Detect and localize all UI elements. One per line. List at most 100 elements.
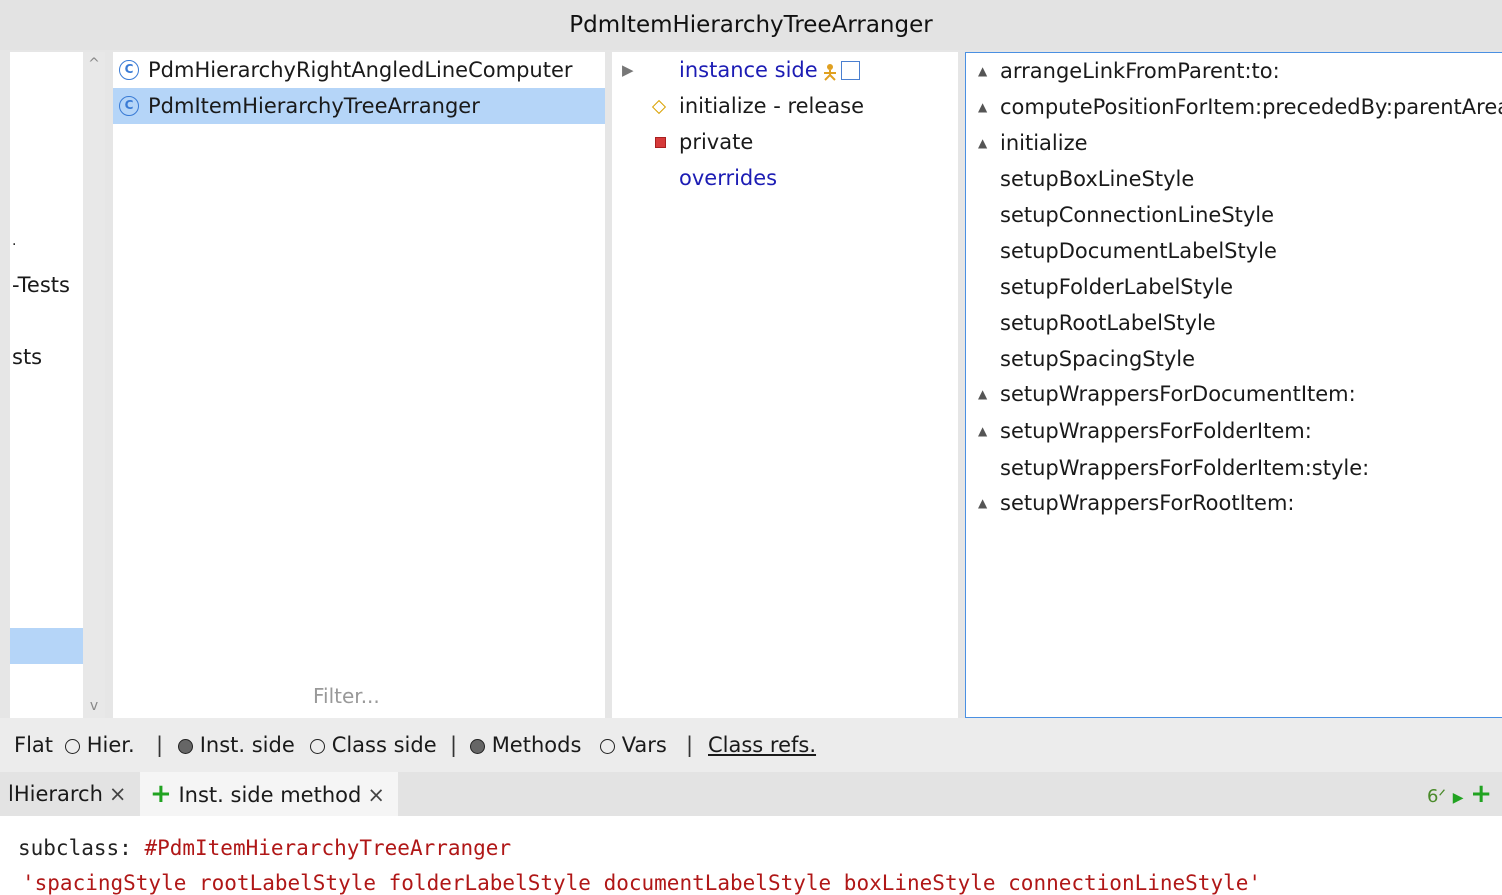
code-line: subclass: #PdmItemHierarchyTreeArranger [18,836,511,860]
package-item-fragment[interactable]: . [10,234,83,248]
code-symbol: #PdmItemHierarchyTreeArranger [144,836,512,860]
window-title: PdmItemHierarchyTreeArranger [0,0,1502,50]
method-label: setupWrappersForRootItem: [1000,491,1295,515]
expand-triangle-icon[interactable]: ▶ [622,52,634,88]
method-item[interactable]: setupSpacingStyle [966,341,1502,377]
radio-empty-icon [310,739,325,754]
class-refs-link[interactable]: Class refs. [708,718,816,772]
class-list[interactable]: C PdmHierarchyRightAngledLineComputer C … [113,52,605,718]
scroll-down-icon[interactable]: v [83,696,105,716]
method-item[interactable]: setupConnectionLineStyle [966,197,1502,233]
overrides-label: overrides [679,166,778,190]
method-label: setupDocumentLabelStyle [1000,239,1277,263]
method-item[interactable]: ▲ initialize [966,125,1502,161]
method-label: arrangeLinkFromParent:to: [1000,59,1280,83]
tab-label: Inst. side method [178,783,362,807]
package-item[interactable]: sts [10,342,83,372]
close-icon[interactable]: × [109,782,127,806]
separator: | [156,733,164,757]
method-label: setupWrappersForFolderItem: [1000,419,1312,443]
hier-radio[interactable]: Hier. [65,718,135,772]
method-label: setupFolderLabelStyle [1000,275,1234,299]
method-label: setupSpacingStyle [1000,347,1196,371]
protocol-instance-side[interactable]: ▶ instance side [612,52,958,88]
person-icon [824,64,836,81]
radio-empty-icon [600,739,615,754]
diamond-icon [651,99,667,115]
package-item-tests[interactable]: -Tests [10,270,83,300]
tab-inst-side-method[interactable]: + Inst. side method × [140,772,398,816]
tab-label: lHierarch [8,782,103,806]
method-item[interactable]: setupDocumentLabelStyle [966,233,1502,269]
method-label: setupWrappersForDocumentItem: [1000,382,1356,406]
method-label: setupConnectionLineStyle [1000,203,1275,227]
code-keyword: subclass: [18,836,145,860]
instance-side-label: instance side [679,58,818,82]
method-label: initialize [1000,131,1088,155]
browser-mode-toolbar: Flat Hier. | Inst. side Class side | Met… [0,718,1502,772]
vars-radio[interactable]: Vars [600,718,667,772]
method-label: setupWrappersForFolderItem:style: [1000,456,1370,480]
override-arrow-icon: ▲ [978,387,988,401]
override-arrow-icon: ▲ [978,136,988,150]
method-item[interactable]: setupFolderLabelStyle [966,269,1502,305]
package-scrollbar[interactable]: ^ v [83,52,105,718]
override-arrow-icon: ▲ [978,424,988,438]
glasses-icon[interactable]: 6ᐟ [1427,786,1446,807]
method-label: setupBoxLineStyle [1000,167,1195,191]
method-label: computePositionForItem:precededBy:parent… [1000,95,1502,119]
override-arrow-icon: ▲ [978,100,988,114]
protocol-overrides[interactable]: overrides [612,160,958,196]
method-item[interactable]: setupRootLabelStyle [966,305,1502,341]
editor-tab-bar: lHierarch × + Inst. side method × 6ᐟ ▶ + [0,772,1502,816]
method-item[interactable]: ▲ setupWrappersForFolderItem: [966,413,1502,449]
tab-hierarchy[interactable]: lHierarch × [8,772,136,816]
protocol-item[interactable]: private [612,124,958,160]
radio-selected-icon [470,739,485,754]
separator: | [450,733,458,757]
override-arrow-icon: ▲ [978,64,988,78]
flat-option[interactable]: Flat [14,718,53,772]
method-item[interactable]: ▲ arrangeLinkFromParent:to: [966,53,1502,89]
inst-side-radio[interactable]: Inst. side [178,718,295,772]
package-item-selected[interactable] [10,628,83,664]
class-side-radio[interactable]: Class side [310,718,437,772]
method-list[interactable]: ▲ arrangeLinkFromParent:to: ▲ computePositi… [965,52,1502,718]
radio-selected-icon [178,739,193,754]
class-icon: C [119,96,139,116]
hier-label: Hier. [86,733,135,757]
protocol-item[interactable]: initialize - release [612,88,958,124]
package-list[interactable]: . -Tests sts [10,52,83,718]
scroll-up-icon[interactable]: ^ [83,54,105,74]
method-item[interactable]: ▲ computePositionForItem:precededBy:paren… [966,89,1502,125]
protocol-list[interactable]: ▶ instance side initialize - release pri… [612,52,958,718]
play-icon[interactable]: ▶ [1453,790,1464,806]
vars-label: Vars [621,733,667,757]
radio-empty-icon [65,739,80,754]
close-icon[interactable]: × [367,783,385,807]
method-item[interactable]: setupWrappersForFolderItem:style: [966,450,1502,486]
checkbox[interactable] [841,61,860,80]
code-editor[interactable]: subclass: #PdmItemHierarchyTreeArranger … [0,816,1502,895]
add-tab-icon[interactable]: + [1470,779,1492,809]
method-item[interactable]: ▲ setupWrappersForDocumentItem: [966,376,1502,412]
code-string: 'spacingStyle rootLabelStyle folderLabel… [22,871,1262,895]
class-side-label: Class side [331,733,437,757]
class-icon: C [119,60,139,80]
class-item[interactable]: C PdmHierarchyRightAngledLineComputer [113,52,605,88]
method-item[interactable]: setupBoxLineStyle [966,161,1502,197]
class-label: PdmItemHierarchyTreeArranger [148,94,480,118]
methods-radio[interactable]: Methods [470,718,581,772]
method-label: setupRootLabelStyle [1000,311,1216,335]
class-label: PdmHierarchyRightAngledLineComputer [148,58,573,82]
plus-icon: + [150,779,172,809]
tab-tools: 6ᐟ ▶ + [1427,772,1492,816]
inst-side-label: Inst. side [199,733,295,757]
method-item[interactable]: ▲ setupWrappersForRootItem: [966,485,1502,521]
class-item-selected[interactable]: C PdmItemHierarchyTreeArranger [113,88,605,124]
protocol-label: private [679,130,754,154]
class-filter-input[interactable]: Filter... [313,684,380,708]
separator: | [686,733,694,757]
red-square-icon [655,137,666,148]
override-arrow-icon: ▲ [978,496,988,510]
